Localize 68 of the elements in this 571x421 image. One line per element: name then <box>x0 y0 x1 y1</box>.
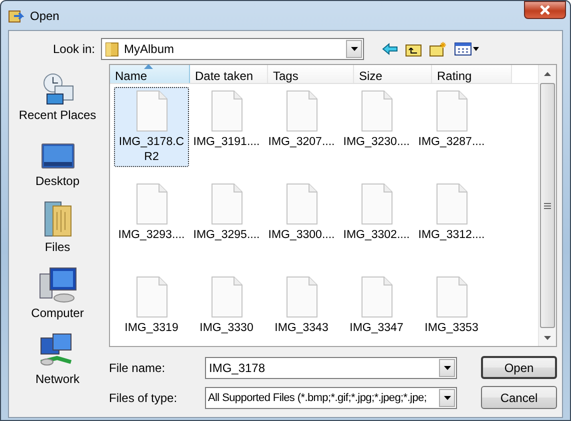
column-header[interactable]: Name <box>110 65 190 83</box>
file-item[interactable]: IMG_3302.... <box>339 180 414 245</box>
open-button[interactable]: Open <box>481 356 557 379</box>
file-name-label: File name: <box>109 360 166 374</box>
document-icon <box>136 90 168 132</box>
sort-arrow-icon <box>144 64 153 69</box>
document-icon <box>136 183 168 225</box>
computer-icon <box>38 266 78 304</box>
close-icon <box>539 5 551 15</box>
column-header[interactable]: Size <box>354 65 432 83</box>
places-item[interactable]: Computer <box>31 266 84 320</box>
back-button[interactable] <box>382 43 398 55</box>
document-icon <box>210 183 242 225</box>
file-name-field[interactable]: IMG_3178 <box>205 356 457 378</box>
file-item[interactable]: IMG_3295.... <box>189 180 264 245</box>
caret-icon <box>444 366 450 370</box>
folder-icon <box>42 200 72 238</box>
document-icon <box>210 276 242 318</box>
grip-icon <box>544 202 551 208</box>
look-in-dropdown[interactable]: MyAlbum <box>101 38 364 60</box>
scroll-up-icon <box>544 72 551 76</box>
document-icon <box>136 276 168 318</box>
document-icon <box>210 90 242 132</box>
document-icon <box>436 183 468 225</box>
caret-icon <box>444 396 450 400</box>
close-button[interactable] <box>524 1 566 19</box>
window-title: Open <box>30 8 60 22</box>
file-item[interactable]: IMG_3287.... <box>414 87 489 152</box>
file-item[interactable]: IMG_3230.... <box>339 87 414 152</box>
column-header[interactable]: Date taken <box>190 65 268 83</box>
file-item[interactable]: IMG_3191.... <box>189 87 264 152</box>
file-item[interactable]: IMG_3178.CR2 <box>114 87 189 167</box>
file-item[interactable]: IMG_3330 <box>189 273 264 338</box>
file-item[interactable]: IMG_3207.... <box>264 87 339 152</box>
column-header[interactable]: Tags <box>268 65 354 83</box>
places-item[interactable]: Desktop <box>35 134 80 188</box>
open-dialog-icon <box>8 8 24 24</box>
document-icon <box>360 276 392 318</box>
document-icon <box>286 276 318 318</box>
places-item[interactable]: Files <box>42 200 72 254</box>
document-icon <box>360 183 392 225</box>
file-type-dropdown[interactable]: All Supported Files (*.bmp;*.gif;*.jpg;*.jpeg;*.jpe; <box>205 386 457 408</box>
file-item[interactable]: IMG_3293.... <box>114 180 189 245</box>
file-item[interactable]: IMG_3353 <box>414 273 489 338</box>
caret-icon <box>350 47 358 51</box>
cancel-button[interactable]: Cancel <box>481 386 557 409</box>
document-icon <box>436 90 468 132</box>
folder-icon <box>105 41 119 57</box>
file-item[interactable]: IMG_3347 <box>339 273 414 338</box>
up-folder-button[interactable] <box>405 42 422 56</box>
places-item[interactable]: Network <box>35 332 80 386</box>
document-icon <box>360 90 392 132</box>
file-item[interactable]: IMG_3343 <box>264 273 339 338</box>
file-item[interactable]: IMG_3300.... <box>264 180 339 245</box>
file-item[interactable]: IMG_3312.... <box>414 180 489 245</box>
places-item[interactable]: Recent Places <box>18 68 96 122</box>
view-menu-button[interactable] <box>454 42 480 56</box>
document-icon <box>436 276 468 318</box>
document-icon <box>286 183 318 225</box>
new-folder-button[interactable] <box>429 41 447 57</box>
file-type-label: Files of type: <box>109 390 178 404</box>
column-header[interactable]: Rating <box>432 65 512 83</box>
look-in-label: Look in: <box>52 42 96 56</box>
scrollbar[interactable] <box>538 65 556 346</box>
file-item[interactable]: IMG_3319 <box>114 273 189 338</box>
clock-folder-icon <box>40 72 74 106</box>
scroll-down-icon <box>544 336 551 340</box>
document-icon <box>286 90 318 132</box>
